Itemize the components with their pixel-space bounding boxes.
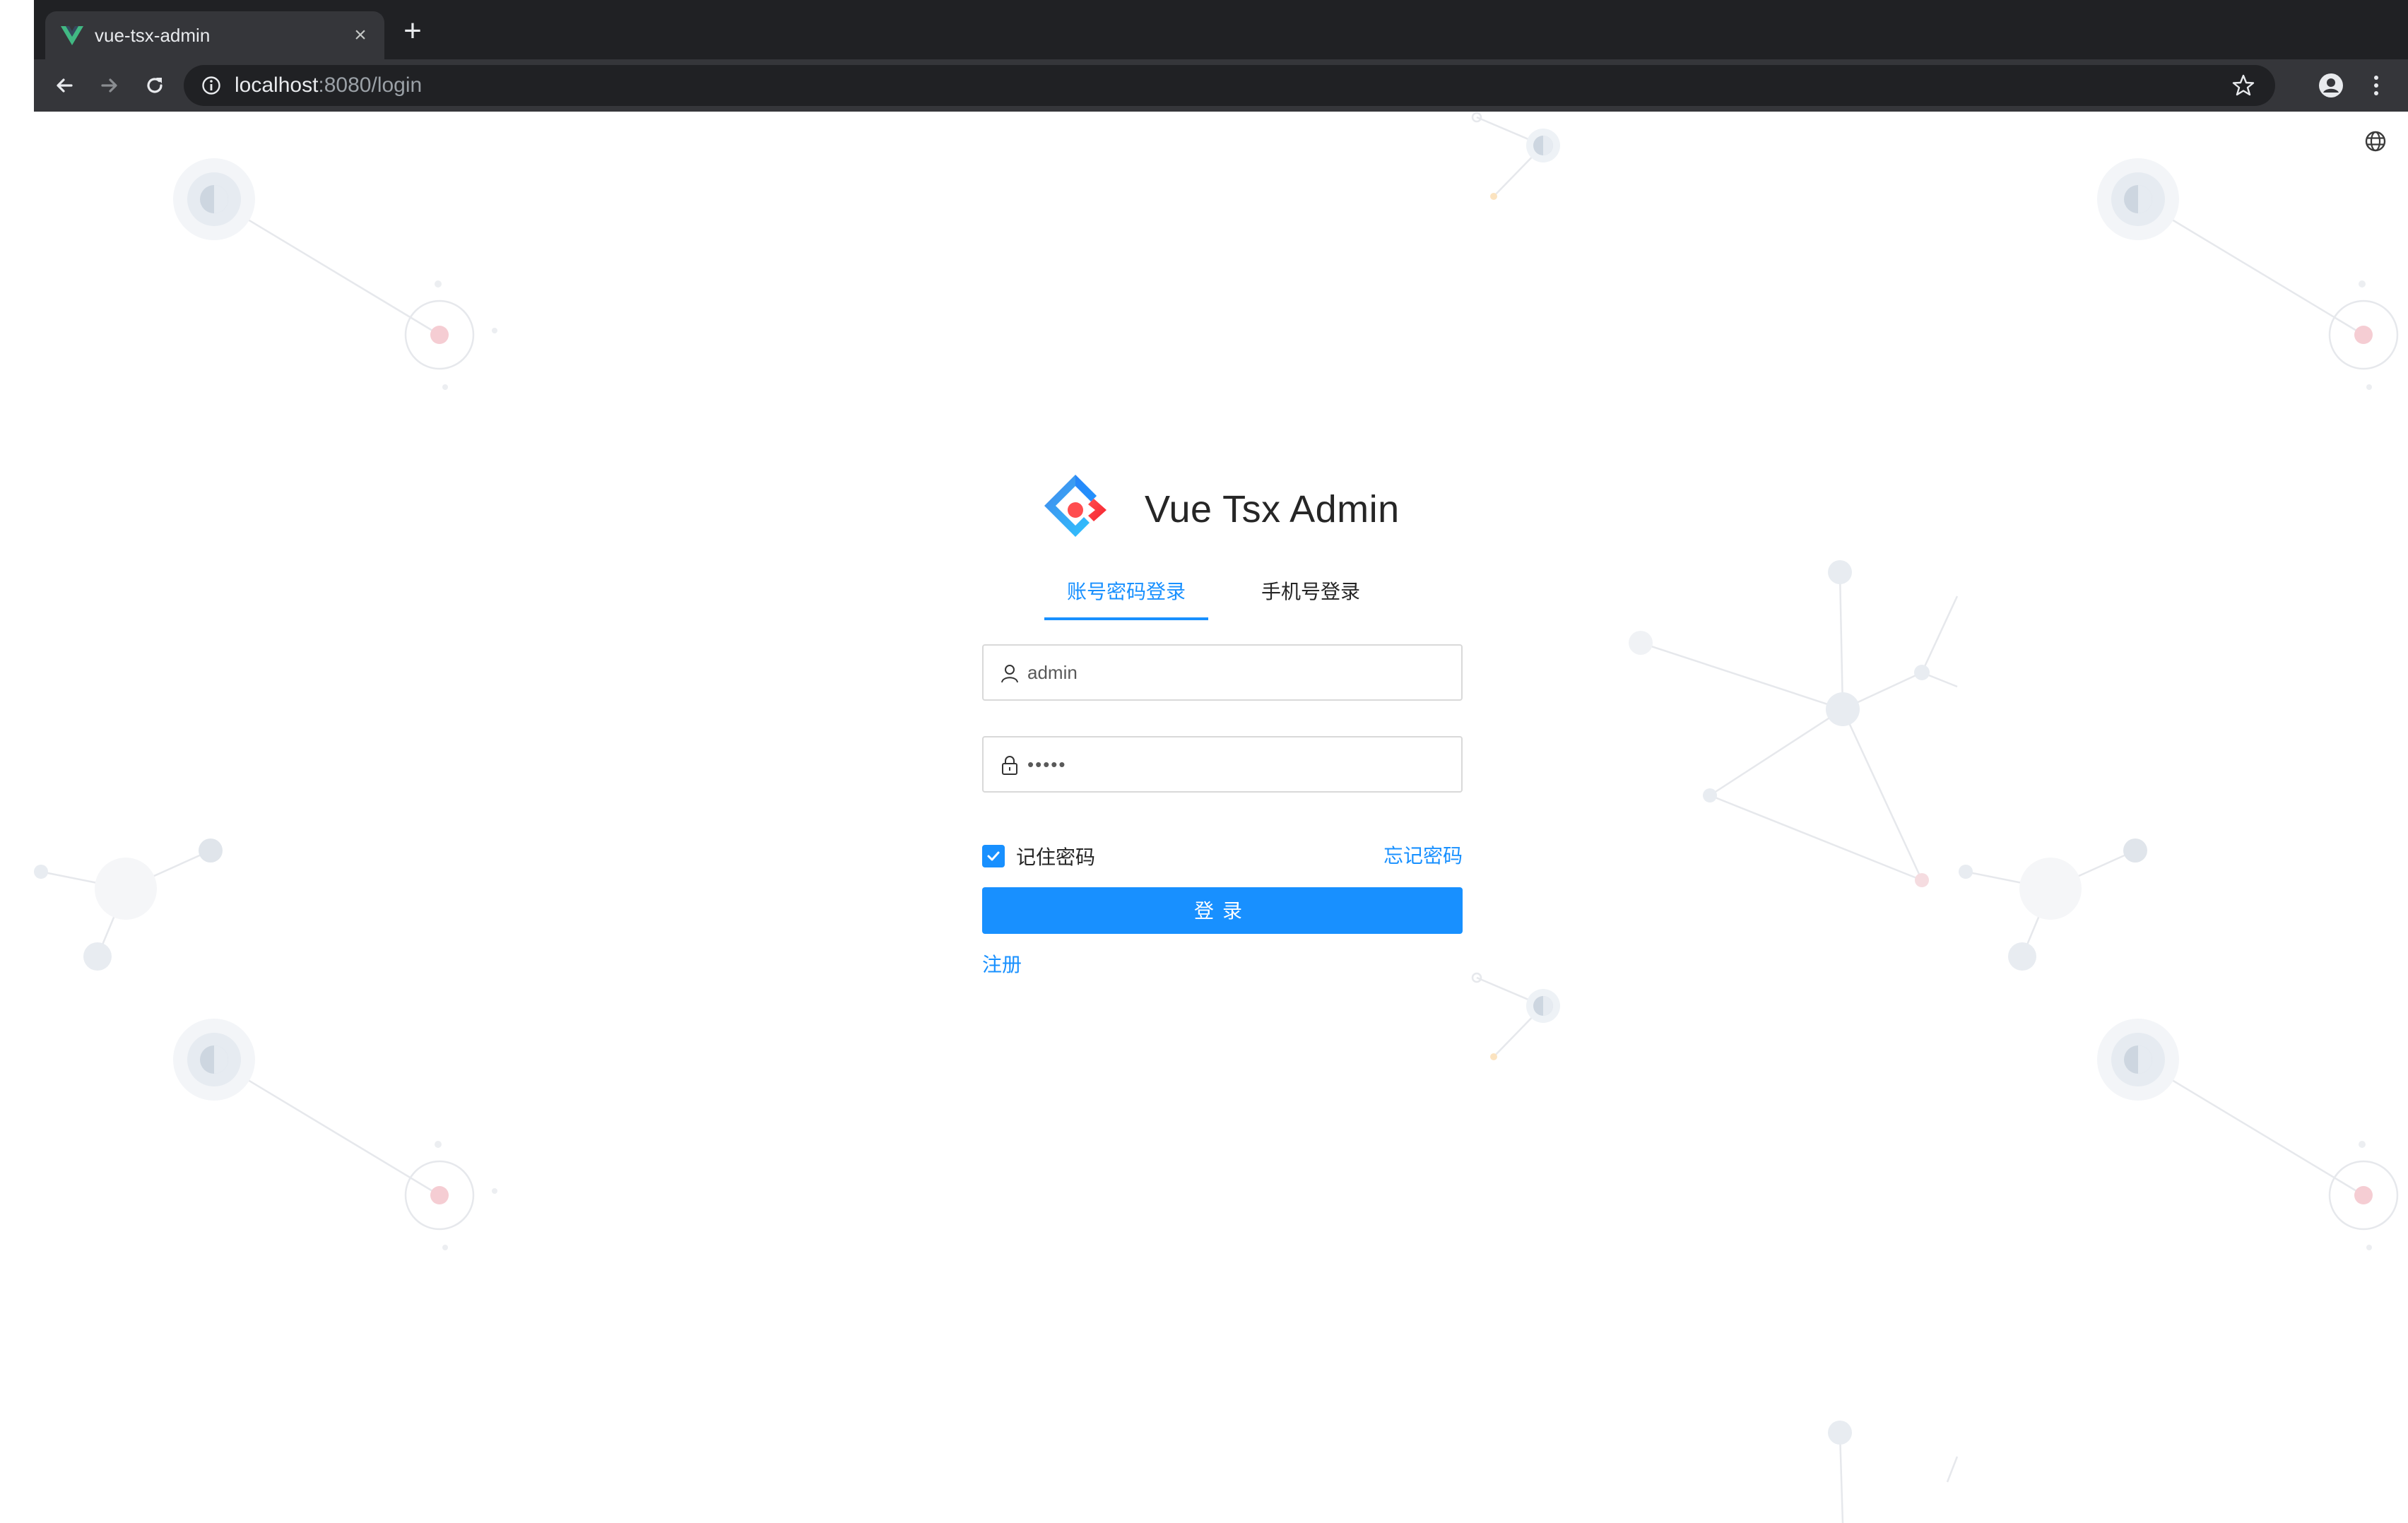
password-field[interactable] (982, 736, 1463, 793)
username-field[interactable] (982, 644, 1463, 701)
tab-strip: vue-tsx-admin × + (34, 0, 2408, 59)
check-icon (987, 851, 1000, 861)
register-link[interactable]: 注册 (982, 951, 1022, 979)
browser-menu-button[interactable] (2359, 68, 2394, 103)
background-decoration (34, 112, 2399, 1523)
browser-toolbar: localhost:8080/login (34, 59, 2408, 112)
tab-close-icon[interactable]: × (348, 23, 373, 48)
new-tab-button[interactable]: + (399, 16, 427, 47)
tab-phone-login[interactable]: 手机号登录 (1261, 571, 1361, 622)
active-tab-indicator (1044, 617, 1208, 620)
star-icon[interactable] (2231, 73, 2255, 97)
forward-button[interactable] (92, 68, 127, 103)
info-icon[interactable] (201, 75, 222, 96)
forgot-password-link[interactable]: 忘记密码 (1376, 842, 1463, 870)
ant-design-logo-icon (1044, 475, 1106, 537)
remember-label: 记住密码 (1016, 846, 1096, 868)
login-tabs: 账号密码登录 手机号登录 (1044, 571, 1360, 622)
login-page: Vue Tsx Admin 账号密码登录 手机号登录 admin 记住密码 忘记… (34, 112, 2408, 1523)
vue-logo-icon (61, 26, 83, 45)
account-circle-icon (2319, 73, 2343, 97)
globe-icon[interactable] (2363, 129, 2388, 154)
remember-checkbox[interactable]: 记住密码 (982, 842, 1095, 870)
arrow-left-icon (57, 78, 73, 93)
arrow-right-icon (101, 78, 117, 93)
lock-icon (1002, 756, 1017, 775)
url-host: localhost (235, 73, 319, 97)
user-icon (1001, 665, 1018, 683)
checkbox[interactable] (982, 845, 1005, 867)
profile-button[interactable] (2313, 68, 2349, 103)
login-header: Vue Tsx Admin (1040, 470, 1400, 548)
login-button[interactable]: 登录 (982, 887, 1463, 934)
address-bar[interactable]: localhost:8080/login (184, 65, 2275, 106)
username-input[interactable] (1026, 646, 1443, 699)
url-text: localhost:8080/login (235, 73, 422, 97)
browser-tab[interactable]: vue-tsx-admin × (45, 11, 384, 59)
app-title: Vue Tsx Admin (1145, 488, 1400, 531)
url-path: :8080/login (318, 73, 423, 97)
kebab-menu-icon (2374, 76, 2378, 95)
back-button[interactable] (47, 68, 82, 103)
browser-window: vue-tsx-admin × + localhost:8080/login V… (34, 0, 2408, 1523)
reload-button[interactable] (137, 68, 172, 103)
tab-account-login[interactable]: 账号密码登录 (1044, 571, 1208, 622)
reload-icon (147, 78, 163, 93)
password-input[interactable] (1026, 737, 1443, 791)
tab-title: vue-tsx-admin (95, 25, 211, 46)
